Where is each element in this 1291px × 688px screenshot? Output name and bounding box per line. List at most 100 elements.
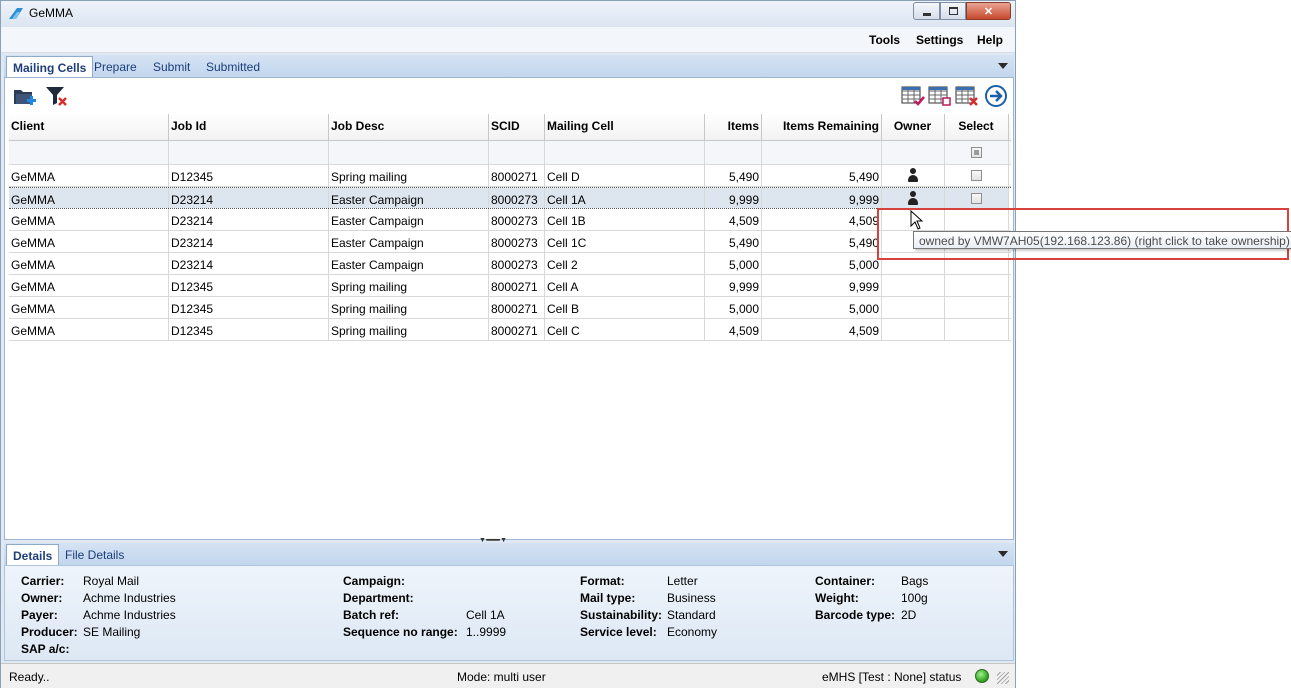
cell-job-desc[interactable]: Easter Campaign <box>329 188 489 208</box>
cell-select[interactable] <box>945 319 1009 340</box>
column-header-scid[interactable]: SCID <box>489 114 545 140</box>
cell-items[interactable]: 9,999 <box>705 188 762 208</box>
resize-grip-icon[interactable] <box>997 672 1009 684</box>
cell-job-desc[interactable]: Spring mailing <box>329 297 489 318</box>
cell-items[interactable]: 4,509 <box>705 319 762 340</box>
cell-client[interactable]: GeMMA <box>9 231 169 252</box>
filter-items-remaining[interactable] <box>762 141 882 164</box>
clear-filter-icon[interactable] <box>44 84 68 108</box>
cell-client[interactable]: GeMMA <box>9 188 169 208</box>
cell-client[interactable]: GeMMA <box>9 209 169 230</box>
menu-tools[interactable]: Tools <box>869 33 900 47</box>
cell-job-id[interactable]: D23214 <box>169 253 329 274</box>
table-row[interactable]: GeMMA D23214 Easter Campaign 8000273 Cell 1B… <box>9 209 1011 231</box>
cell-mailing-cell[interactable]: Cell A <box>545 275 705 296</box>
column-header-items-remaining[interactable]: Items Remaining <box>762 114 882 140</box>
cell-job-desc[interactable]: Easter Campaign <box>329 231 489 252</box>
details-tab-dropdown-icon[interactable] <box>998 551 1008 557</box>
cell-owner[interactable] <box>882 297 945 318</box>
menu-settings[interactable]: Settings <box>916 33 963 47</box>
filter-mailing-cell[interactable] <box>545 141 705 164</box>
cell-job-id[interactable]: D12345 <box>169 319 329 340</box>
cell-mailing-cell[interactable]: Cell D <box>545 165 705 186</box>
cell-client[interactable]: GeMMA <box>9 297 169 318</box>
table-row[interactable]: GeMMA D12345 Spring mailing 8000271 Cell B 5,… <box>9 297 1011 319</box>
cell-items[interactable]: 5,490 <box>705 231 762 252</box>
column-header-client[interactable]: Client <box>9 114 169 140</box>
cell-items[interactable]: 5,000 <box>705 297 762 318</box>
cell-job-id[interactable]: D12345 <box>169 275 329 296</box>
table-row[interactable]: GeMMA D12345 Spring mailing 8000271 Cell C 4,… <box>9 319 1011 341</box>
cell-items[interactable]: 5,490 <box>705 165 762 186</box>
cell-client[interactable]: GeMMA <box>9 165 169 186</box>
cell-scid[interactable]: 8000271 <box>489 297 545 318</box>
cell-items-remaining[interactable]: 5,490 <box>762 231 882 252</box>
cell-items-remaining[interactable]: 5,490 <box>762 165 882 186</box>
cell-items-remaining[interactable]: 5,000 <box>762 297 882 318</box>
table-row[interactable]: GeMMA D12345 Spring mailing 8000271 Cell D 5,… <box>9 165 1011 187</box>
cell-scid[interactable]: 8000271 <box>489 165 545 186</box>
cell-items-remaining[interactable]: 4,509 <box>762 209 882 230</box>
cell-items-remaining[interactable]: 4,509 <box>762 319 882 340</box>
cell-mailing-cell[interactable]: Cell 1C <box>545 231 705 252</box>
select-all-checkbox[interactable] <box>970 147 982 158</box>
column-header-select[interactable]: Select <box>945 114 1009 140</box>
cell-job-id[interactable]: D23214 <box>169 209 329 230</box>
cell-job-desc[interactable]: Spring mailing <box>329 319 489 340</box>
cell-items-remaining[interactable]: 9,999 <box>762 275 882 296</box>
column-header-owner[interactable]: Owner <box>882 114 945 140</box>
cell-scid[interactable]: 8000273 <box>489 209 545 230</box>
cell-job-desc[interactable]: Easter Campaign <box>329 209 489 230</box>
minimize-button[interactable] <box>913 2 940 20</box>
close-button[interactable]: ✕ <box>966 2 1011 20</box>
cell-scid[interactable]: 8000273 <box>489 253 545 274</box>
maximize-button[interactable] <box>940 2 966 20</box>
cell-items[interactable]: 9,999 <box>705 275 762 296</box>
cell-job-desc[interactable]: Spring mailing <box>329 275 489 296</box>
cell-mailing-cell[interactable]: Cell C <box>545 319 705 340</box>
cell-client[interactable]: GeMMA <box>9 253 169 274</box>
cell-items[interactable]: 5,000 <box>705 253 762 274</box>
tab-file-details[interactable]: File Details <box>59 544 130 565</box>
cell-job-id[interactable]: D23214 <box>169 188 329 208</box>
menu-help[interactable]: Help <box>977 33 1003 47</box>
delete-grid-icon[interactable] <box>955 84 979 108</box>
cell-scid[interactable]: 8000273 <box>489 231 545 252</box>
row-select-checkbox[interactable] <box>970 170 982 181</box>
cell-job-id[interactable]: D12345 <box>169 165 329 186</box>
cell-select[interactable] <box>945 275 1009 296</box>
tab-details[interactable]: Details <box>6 544 60 565</box>
tab-prepare[interactable]: Prepare <box>88 56 143 77</box>
panel-splitter[interactable]: ▼ ▪▪▪▪▪▪▪▪▪ ▼ <box>479 537 541 544</box>
select-none-grid-icon[interactable] <box>928 84 952 108</box>
go-forward-icon[interactable] <box>984 84 1008 108</box>
folder-add-icon[interactable] <box>12 84 36 108</box>
cell-items-remaining[interactable]: 5,000 <box>762 253 882 274</box>
cell-owner[interactable] <box>882 165 945 186</box>
owner-person-icon[interactable] <box>907 191 919 205</box>
cell-scid[interactable]: 8000271 <box>489 275 545 296</box>
title-bar[interactable]: GeMMA ✕ <box>1 1 1015 27</box>
column-header-mailing-cell[interactable]: Mailing Cell <box>545 114 705 140</box>
cell-client[interactable]: GeMMA <box>9 319 169 340</box>
column-header-items[interactable]: Items <box>705 114 762 140</box>
cell-job-desc[interactable]: Spring mailing <box>329 165 489 186</box>
filter-client[interactable] <box>9 141 169 164</box>
column-header-job-desc[interactable]: Job Desc <box>329 114 489 140</box>
owner-person-icon[interactable] <box>907 168 919 182</box>
filter-select[interactable] <box>945 141 1009 164</box>
cell-owner[interactable] <box>882 188 945 208</box>
tab-submitted[interactable]: Submitted <box>200 56 266 77</box>
cell-client[interactable]: GeMMA <box>9 275 169 296</box>
select-all-grid-icon[interactable] <box>901 84 925 108</box>
cell-job-desc[interactable]: Easter Campaign <box>329 253 489 274</box>
cell-select[interactable] <box>945 165 1009 186</box>
cell-mailing-cell[interactable]: Cell B <box>545 297 705 318</box>
cell-scid[interactable]: 8000271 <box>489 319 545 340</box>
cell-mailing-cell[interactable]: Cell 1A <box>545 188 705 208</box>
filter-job-id[interactable] <box>169 141 329 164</box>
filter-owner[interactable] <box>882 141 945 164</box>
table-row[interactable]: GeMMA D23214 Easter Campaign 8000273 Cell 1C… <box>9 231 1011 253</box>
cell-items[interactable]: 4,509 <box>705 209 762 230</box>
row-select-checkbox[interactable] <box>970 193 982 204</box>
